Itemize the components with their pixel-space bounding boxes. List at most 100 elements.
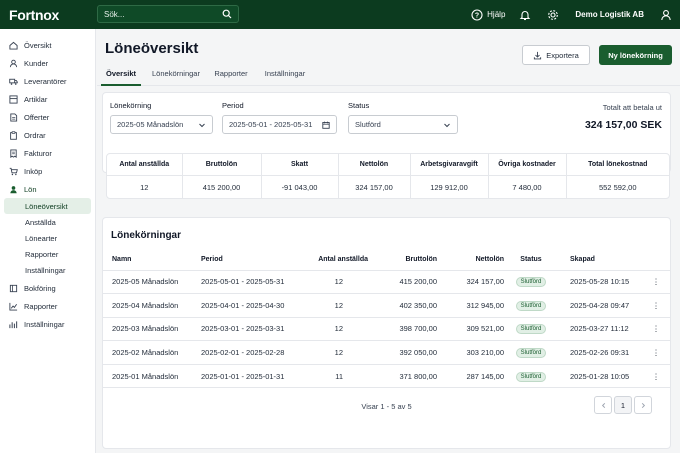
search-input[interactable] <box>98 9 216 19</box>
home-icon <box>9 41 18 50</box>
summary-header: Skatt <box>261 154 339 176</box>
sidebar-subitem-anstallda[interactable]: Anställda <box>0 214 95 230</box>
more-options-icon[interactable]: ⋮ <box>642 317 670 342</box>
page-title: Löneöversikt <box>105 40 199 57</box>
fortnox-logo[interactable]: Fortnox <box>9 7 95 23</box>
tab-oversikt[interactable]: Översikt <box>101 67 141 86</box>
sidebar-item-label: Fakturor <box>24 148 52 158</box>
column-header-net[interactable]: Nettolön <box>437 250 504 271</box>
settings-button[interactable] <box>547 9 559 21</box>
tab-installningar[interactable]: Inställningar <box>261 67 309 86</box>
sidebar-item-leverantorer[interactable]: Leverantörer <box>0 72 95 90</box>
sidebar-subitem-loneoversikt[interactable]: Löneöversikt <box>4 198 91 214</box>
gear-icon <box>9 320 18 328</box>
run-created: 2025-04-28 09:47 <box>558 293 642 318</box>
sidebar-subitem-lonearter[interactable]: Lönearter <box>0 230 95 246</box>
column-header-gross[interactable]: Bruttolön <box>368 250 437 271</box>
export-button[interactable]: Exportera <box>522 45 590 65</box>
summary-header: Nettolön <box>338 154 411 176</box>
clipboard-icon <box>10 130 17 140</box>
column-header-period[interactable]: Period <box>201 250 303 271</box>
document-icon <box>10 112 18 122</box>
chevron-left-icon <box>601 402 605 408</box>
more-options-icon[interactable]: ⋮ <box>642 270 670 295</box>
summary-value: 552 592,00 <box>598 182 637 192</box>
next-page-button[interactable] <box>634 396 652 414</box>
summary-header: Övriga kostnader <box>488 154 567 176</box>
sidebar-item-lon[interactable]: Lön <box>0 180 95 198</box>
tab-lonekorningar[interactable]: Lönekörningar <box>148 67 204 86</box>
payroll-runs-table: Namn Period Antal anställda Bruttolön Ne… <box>103 250 670 389</box>
help-button[interactable]: ? Hjälp <box>471 8 505 21</box>
book-icon <box>9 284 18 292</box>
table-row[interactable]: 2025-05 Månadslön 2025-05-01 - 2025-05-3… <box>103 270 670 295</box>
invoice-icon <box>10 148 17 158</box>
status-badge: Slutförd <box>515 324 547 335</box>
chevron-down-icon <box>199 123 205 128</box>
column-header-status[interactable]: Status <box>504 250 558 271</box>
main-content: Löneöversikt Exportera Ny lönekörning Öv… <box>97 29 680 453</box>
search-icon[interactable] <box>222 9 232 21</box>
sidebar-item-label: Inköp <box>24 166 43 176</box>
run-gross: 415 200,00 <box>368 270 437 295</box>
payroll-run-value: 2025-05 Månadslön <box>117 120 184 129</box>
payroll-run-label: Lönekörning <box>110 101 152 110</box>
more-options-icon[interactable]: ⋮ <box>642 340 670 365</box>
table-row[interactable]: 2025-02 Månadslön 2025-02-01 - 2025-02-2… <box>103 340 670 365</box>
sidebar-subitem-rapporter[interactable]: Rapporter <box>0 246 95 262</box>
run-name[interactable]: 2025-05 Månadslön <box>103 270 201 295</box>
run-name[interactable]: 2025-02 Månadslön <box>103 340 201 365</box>
column-header-name[interactable]: Namn <box>103 250 201 271</box>
run-name[interactable]: 2025-03 Månadslön <box>103 317 201 342</box>
sidebar-item-rapporter[interactable]: Rapporter <box>0 297 95 315</box>
sidebar-item-label: Offerter <box>24 112 50 122</box>
more-options-icon[interactable]: ⋮ <box>642 293 670 318</box>
column-header-count[interactable]: Antal anställda <box>303 250 368 271</box>
section-title: Lönekörningar <box>111 230 182 241</box>
sidebar-item-fakturor[interactable]: Fakturor <box>0 144 95 162</box>
truck-icon <box>9 78 18 85</box>
summary-value: 324 157,00 <box>338 175 411 198</box>
box-icon <box>9 94 18 104</box>
status-value: Slutförd <box>355 120 381 129</box>
user-menu-button[interactable] <box>660 9 672 21</box>
summary-header: Antal anställda <box>107 154 183 176</box>
payroll-run-select[interactable]: 2025-05 Månadslön <box>110 115 213 134</box>
prev-page-button[interactable] <box>594 396 612 414</box>
sidebar-item-ordrar[interactable]: Ordrar <box>0 126 95 144</box>
sidebar-item-oversikt[interactable]: Översikt <box>0 36 95 54</box>
sidebar-subitem-installningar[interactable]: Inställningar <box>0 262 95 278</box>
status-select[interactable]: Slutförd <box>348 115 458 134</box>
sidebar-item-kunder[interactable]: Kunder <box>0 54 95 72</box>
table-row[interactable]: 2025-03 Månadslön 2025-03-01 - 2025-03-3… <box>103 317 670 342</box>
sidebar-item-label: Översikt <box>24 40 52 50</box>
tab-rapporter[interactable]: Rapporter <box>211 67 251 86</box>
run-name[interactable]: 2025-04 Månadslön <box>103 293 201 318</box>
total-payout-label: Totalt att betala ut <box>602 103 662 112</box>
sidebar-item-bokforing[interactable]: Bokföring <box>0 279 95 297</box>
new-payroll-run-button[interactable]: Ny lönekörning <box>599 45 672 65</box>
more-options-icon[interactable]: ⋮ <box>642 364 670 389</box>
notifications-button[interactable] <box>519 9 531 21</box>
table-row[interactable]: 2025-04 Månadslön 2025-04-01 - 2025-04-3… <box>103 293 670 318</box>
run-created: 2025-05-28 10:15 <box>558 270 642 295</box>
run-net: 324 157,00 <box>437 270 504 295</box>
period-picker[interactable]: 2025-05-01 - 2025-05-31 <box>222 115 337 134</box>
sidebar-item-offerter[interactable]: Offerter <box>0 108 95 126</box>
sidebar-item-artiklar[interactable]: Artiklar <box>0 90 95 108</box>
company-name[interactable]: Demo Logistik AB <box>575 10 644 19</box>
search-box[interactable] <box>97 5 239 23</box>
summary-value: -91 043,00 <box>261 175 339 198</box>
run-gross: 402 350,00 <box>368 293 437 318</box>
summary-value: 7 480,00 <box>488 175 567 198</box>
column-header-created[interactable]: Skapad <box>558 250 642 271</box>
summary-header: Arbetsgivaravgift <box>410 154 489 176</box>
sidebar-item-inkop[interactable]: Inköp <box>0 162 95 180</box>
page-number-button[interactable]: 1 <box>614 396 632 414</box>
table-row[interactable]: 2025-01 Månadslön 2025-01-01 - 2025-01-3… <box>103 364 670 389</box>
help-icon: ? <box>471 8 483 21</box>
bell-icon <box>520 10 531 20</box>
sidebar-item-installningar[interactable]: Inställningar <box>0 315 95 333</box>
run-period: 2025-05-01 - 2025-05-31 <box>201 270 303 295</box>
run-name[interactable]: 2025-01 Månadslön <box>103 364 201 389</box>
